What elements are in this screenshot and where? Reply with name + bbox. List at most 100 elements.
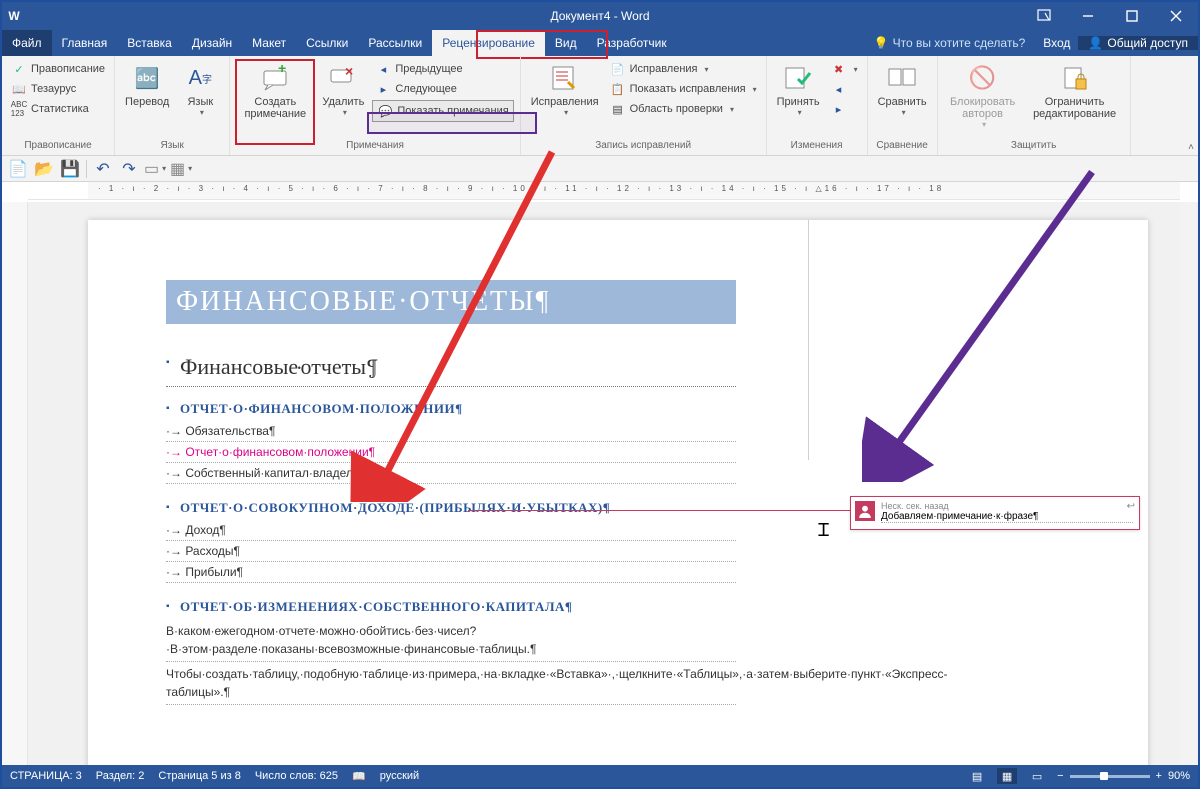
read-mode-icon[interactable]: ▤ (967, 768, 987, 784)
tab-developer[interactable]: Разработчик (587, 30, 677, 56)
block-authors-button[interactable]: 🚫Блокировать авторов (942, 58, 1024, 133)
tab-home[interactable]: Главная (52, 30, 118, 56)
doc-title[interactable]: ФИНАНСОВЫЕ·ОТЧЕТЫ¶ (166, 280, 736, 324)
status-page-of[interactable]: Страница 5 из 8 (158, 770, 240, 782)
prev-icon: ◂ (375, 61, 391, 77)
tab-references[interactable]: Ссылки (296, 30, 358, 56)
tab-insert[interactable]: Вставка (117, 30, 182, 56)
status-section[interactable]: Раздел: 2 (96, 770, 145, 782)
qat-redo-icon[interactable]: ↷ (119, 159, 139, 179)
zoom-slider[interactable] (1070, 775, 1150, 778)
qat-save-icon[interactable]: 💾 (60, 159, 80, 179)
reviewing-pane-dropdown[interactable]: ▤Область проверки (607, 100, 760, 118)
accept-icon (782, 62, 814, 94)
tab-design[interactable]: Дизайн (182, 30, 242, 56)
document-content[interactable]: ФИНАНСОВЫЕ·ОТЧЕТЫ¶ Финансовые·отчеты¶ ОТ… (166, 280, 736, 705)
section-2-heading[interactable]: ОТЧЕТ·О·СОВОКУПНОМ·ДОХОДЕ·(ПРИБЫЛЯХ·И·УБ… (166, 500, 736, 516)
accept-button[interactable]: Принять (771, 58, 826, 121)
next-change-icon: ▸ (831, 101, 847, 117)
thesaurus-button[interactable]: 📖Тезаурус (8, 80, 108, 98)
lock-icon (1059, 62, 1091, 94)
delete-comment-icon: × (327, 62, 359, 94)
app-icon: W (2, 9, 26, 23)
comment-connector (468, 510, 850, 511)
zoom-value[interactable]: 90% (1168, 770, 1190, 782)
print-layout-icon[interactable]: ▦ (997, 768, 1017, 784)
list-item[interactable]: ·→ Доход¶ (166, 520, 736, 541)
qat-open-icon[interactable]: 📂 (34, 159, 54, 179)
section-1-heading[interactable]: ОТЧЕТ·О·ФИНАНСОВОМ·ПОЛОЖЕНИИ¶ (166, 401, 736, 417)
show-markup-dropdown[interactable]: 📋Показать исправления (607, 80, 760, 98)
heading-1[interactable]: Финансовые·отчеты¶ (166, 354, 736, 387)
tab-view[interactable]: Вид (545, 30, 587, 56)
reject-button[interactable]: ✖ (828, 60, 861, 78)
markup-icon: 📄 (610, 61, 626, 77)
close-button[interactable] (1154, 2, 1198, 30)
tab-review[interactable]: Рецензирование (432, 30, 545, 56)
share-button[interactable]: 👤Общий доступ (1078, 36, 1198, 50)
status-page[interactable]: СТРАНИЦА: 3 (10, 770, 82, 782)
tab-layout[interactable]: Макет (242, 30, 296, 56)
prev-comment-button[interactable]: ◂Предыдущее (372, 60, 513, 78)
language-button[interactable]: A字Язык (175, 58, 225, 121)
tab-mailings[interactable]: Рассылки (358, 30, 432, 56)
translate-button[interactable]: 🔤Перевод (119, 58, 175, 112)
comment-balloon[interactable]: Неск. сек. назад Добавляем·примечание·к·… (850, 496, 1140, 530)
word-count-button[interactable]: ABC123Статистика (8, 100, 108, 118)
prev-change-button[interactable]: ◂ (828, 80, 861, 98)
compare-button[interactable]: Сравнить (872, 58, 933, 121)
display-for-review-dropdown[interactable]: 📄Исправления (607, 60, 760, 78)
zoom-control[interactable]: − + 90% (1057, 770, 1190, 782)
minimize-button[interactable] (1066, 2, 1110, 30)
list-item[interactable]: ·→ Прибыли¶ (166, 562, 736, 583)
vertical-scrollbar[interactable] (1180, 202, 1196, 765)
status-language[interactable]: русский (380, 770, 419, 782)
tab-file[interactable]: Файл (2, 30, 52, 56)
vertical-ruler[interactable] (2, 202, 28, 765)
next-change-button[interactable]: ▸ (828, 100, 861, 118)
web-layout-icon[interactable]: ▭ (1027, 768, 1047, 784)
collapse-ribbon-icon[interactable]: ˄ (1188, 142, 1194, 153)
language-icon: A字 (184, 62, 216, 94)
list-item[interactable]: ·→ Обязательства¶ (166, 421, 736, 442)
login-link[interactable]: Вход (1035, 36, 1078, 50)
zoom-out-icon[interactable]: − (1057, 770, 1063, 782)
ribbon-tabs: Файл Главная Вставка Дизайн Макет Ссылки… (2, 30, 1198, 56)
section-3-heading[interactable]: ОТЧЕТ·ОБ·ИЗМЕНЕНИЯХ·СОБСТВЕННОГО·КАПИТАЛ… (166, 599, 736, 615)
paragraph[interactable]: В·каком·ежегодном·отчете·можно·обойтись·… (166, 619, 736, 662)
status-proof-icon[interactable]: 📖 (352, 770, 366, 783)
qat-new-icon[interactable]: 📄 (8, 159, 28, 179)
horizontal-ruler[interactable]: · 1 · ı · 2 · ı · 3 · ı · 4 · ı · 5 · ı … (28, 182, 1180, 200)
list-item[interactable]: ·→ Собственный·капитал·владельцев¶ (166, 463, 736, 484)
svg-text:×: × (345, 66, 353, 79)
page[interactable]: ФИНАНСОВЫЕ·ОТЧЕТЫ¶ Финансовые·отчеты¶ ОТ… (88, 220, 1148, 765)
new-comment-button[interactable]: +Создать примечание (234, 58, 316, 124)
ribbon-display-options-icon[interactable] (1022, 2, 1066, 30)
list-item-commented[interactable]: ·→ Отчет·о·финансовом·положении¶ (166, 442, 736, 463)
status-bar: СТРАНИЦА: 3 Раздел: 2 Страница 5 из 8 Чи… (2, 765, 1198, 787)
restrict-editing-button[interactable]: Ограничить редактирование (1024, 58, 1126, 124)
delete-comment-button[interactable]: ×Удалить (316, 58, 370, 121)
titlebar: W Документ4 - Word (2, 2, 1198, 30)
lightbulb-icon: 💡 (874, 36, 889, 50)
show-comments-button[interactable]: 💬Показать примечания (372, 100, 513, 122)
spelling-button[interactable]: ✓Правописание (8, 60, 108, 78)
zoom-in-icon[interactable]: + (1156, 770, 1162, 782)
track-changes-button[interactable]: Исправления (525, 58, 605, 121)
document-area: ФИНАНСОВЫЕ·ОТЧЕТЫ¶ Финансовые·отчеты¶ ОТ… (2, 202, 1198, 765)
maximize-button[interactable] (1110, 2, 1154, 30)
list-item[interactable]: ·→ Расходы¶ (166, 541, 736, 562)
pane-icon: ▤ (610, 101, 626, 117)
group-changes: Принять ✖ ◂ ▸ Изменения (767, 56, 868, 155)
reply-icon[interactable]: ↩ (1127, 501, 1135, 512)
tell-me-search[interactable]: 💡Что вы хотите сделать? (864, 36, 1036, 50)
abc-check-icon: ✓ (11, 61, 27, 77)
qat-undo-icon[interactable]: ↶ (93, 159, 113, 179)
status-word-count[interactable]: Число слов: 625 (255, 770, 338, 782)
next-comment-button[interactable]: ▸Следующее (372, 80, 513, 98)
paragraph[interactable]: Чтобы·создать·таблицу,·подобную·таблице·… (166, 662, 736, 705)
show-markup-icon: 📋 (610, 81, 626, 97)
qat-shape-icon[interactable]: ▭ (145, 159, 165, 179)
comment-text[interactable]: Добавляем·примечание·к·фразе¶ (881, 511, 1133, 523)
qat-table-icon[interactable]: ▦ (171, 159, 191, 179)
